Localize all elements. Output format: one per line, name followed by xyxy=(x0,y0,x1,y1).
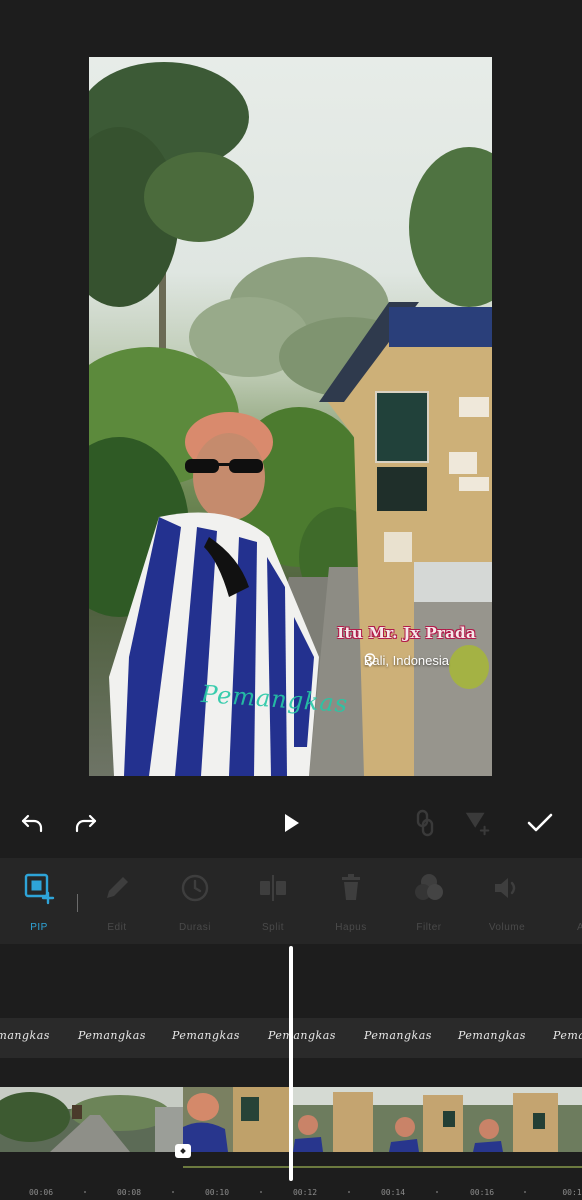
speaker-icon xyxy=(495,878,516,898)
tick-label: 00:12 xyxy=(292,1188,318,1197)
location-overlay[interactable]: Bali, Indonesia xyxy=(364,653,449,668)
tick-label: 00:14 xyxy=(380,1188,406,1197)
tool-durasi[interactable]: Durasi xyxy=(156,858,234,944)
confirm-button[interactable] xyxy=(525,808,555,838)
tool-hapus[interactable]: Hapus xyxy=(312,858,390,944)
edit-toolbar: PIP Edit Durasi Split Hapus Filter Volum… xyxy=(0,858,582,944)
tool-volume-label: Volume xyxy=(488,922,526,933)
tool-volume[interactable]: Volume xyxy=(468,858,546,944)
preview-scene xyxy=(89,62,492,776)
undo-icon xyxy=(21,814,43,833)
keyframe-marker[interactable] xyxy=(175,1144,191,1158)
audio-track-line[interactable] xyxy=(183,1166,582,1168)
link-icon xyxy=(416,809,434,837)
tick-label: 00:06 xyxy=(28,1188,54,1197)
location-pin-icon xyxy=(364,653,375,667)
watermark-clip-label: Pemangkas xyxy=(78,1029,146,1042)
watermark-clip-label: Pemangkas xyxy=(172,1029,240,1042)
clip-thumbnail[interactable] xyxy=(0,1087,183,1152)
tick-dot xyxy=(260,1191,262,1193)
tick-label: 00:08 xyxy=(116,1188,142,1197)
clip-thumbnail[interactable] xyxy=(293,1087,582,1152)
tool-edit[interactable]: Edit xyxy=(78,858,156,944)
tick-label: 00:1 xyxy=(562,1188,582,1197)
watermark-clip-label: Pemangkas xyxy=(364,1029,432,1042)
pip-add-icon xyxy=(24,873,55,905)
watermark-clip-label: Pemangkas xyxy=(0,1029,50,1042)
redo-icon xyxy=(75,814,97,833)
watermark-clip-label: Pemangkas xyxy=(268,1029,336,1042)
checkmark-icon xyxy=(527,813,553,832)
tick-dot xyxy=(436,1191,438,1193)
play-button[interactable] xyxy=(276,808,306,838)
tool-pip[interactable]: PIP xyxy=(0,858,78,944)
pencil-icon xyxy=(107,877,128,898)
redo-button[interactable] xyxy=(71,808,101,838)
trash-icon xyxy=(342,874,360,900)
tool-split-label: Split xyxy=(262,922,284,933)
undo-button[interactable] xyxy=(17,808,47,838)
title-overlay-text[interactable]: Itu Mr. Jx Prada xyxy=(337,624,476,642)
tool-filter[interactable]: Filter xyxy=(390,858,468,944)
tick-dot xyxy=(172,1191,174,1193)
tick-label: 00:16 xyxy=(469,1188,495,1197)
watermark-clip-label: Pemangkas xyxy=(458,1029,526,1042)
link-keyframe-button[interactable] xyxy=(410,808,440,838)
tool-animation-label: Ani xyxy=(577,922,582,933)
add-keyframe-button[interactable] xyxy=(463,808,493,838)
tool-split[interactable]: Split xyxy=(234,858,312,944)
time-ruler[interactable]: 00:06 00:08 00:10 00:12 00:14 00:16 00:1 xyxy=(0,1180,582,1200)
tick-label: 00:10 xyxy=(204,1188,230,1197)
location-overlay-text: Bali, Indonesia xyxy=(363,653,449,668)
tick-dot xyxy=(84,1191,86,1193)
tool-edit-label: Edit xyxy=(107,922,127,933)
tick-dot xyxy=(524,1191,526,1193)
tool-durasi-label: Durasi xyxy=(179,922,211,933)
toolbar-divider xyxy=(77,894,78,912)
tool-filter-label: Filter xyxy=(416,922,442,933)
playhead[interactable] xyxy=(289,946,293,1181)
clip-thumbnail[interactable] xyxy=(183,1087,293,1152)
split-icon xyxy=(260,875,286,901)
clock-icon xyxy=(181,874,209,902)
video-preview[interactable]: Itu Mr. Jx Prada Bali, Indonesia Pemangk… xyxy=(89,57,492,776)
tick-dot xyxy=(348,1191,350,1193)
tool-hapus-label: Hapus xyxy=(335,922,367,933)
watermark-clip-label: Pemangkas xyxy=(553,1029,582,1042)
tool-pip-label: PIP xyxy=(30,922,48,933)
filter-circles-icon xyxy=(415,874,443,900)
play-icon xyxy=(285,814,299,832)
funnel-plus-icon xyxy=(465,812,490,836)
tool-animation[interactable]: Ani xyxy=(546,858,582,944)
animation-icon xyxy=(568,871,582,905)
